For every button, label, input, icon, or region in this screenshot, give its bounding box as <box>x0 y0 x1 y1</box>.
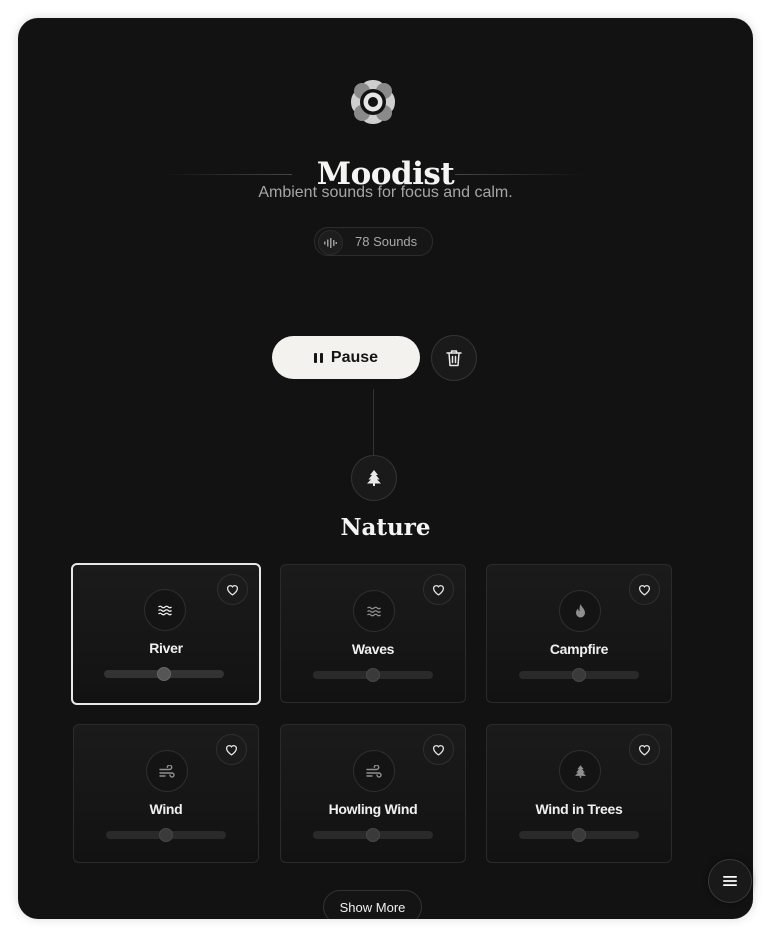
favorite-button[interactable] <box>423 574 454 605</box>
app-subtitle: Ambient sounds for focus and calm. <box>258 184 513 201</box>
app-window: Moodist Ambient sounds for focus and cal… <box>18 18 753 919</box>
sounds-count-label: 78 Sounds <box>355 234 418 249</box>
volume-slider-thumb[interactable] <box>572 668 586 682</box>
volume-slider[interactable] <box>313 828 433 842</box>
volume-slider[interactable] <box>313 668 433 682</box>
volume-slider[interactable] <box>519 828 639 842</box>
heart-icon <box>225 744 238 756</box>
favorite-button[interactable] <box>629 574 660 605</box>
pause-button[interactable]: Pause <box>272 336 420 379</box>
pause-button-label: Pause <box>330 348 379 366</box>
sound-card-river[interactable]: River <box>71 563 261 705</box>
category-tree-icon <box>351 455 397 501</box>
hamburger-menu-icon <box>723 876 737 886</box>
sound-card-wind-in-trees[interactable]: Wind in Trees <box>486 724 672 863</box>
category-title: Nature <box>340 514 431 541</box>
favorite-button[interactable] <box>629 734 660 765</box>
wind-icon <box>353 750 395 792</box>
heart-icon <box>226 584 239 596</box>
title-divider-right <box>455 174 585 175</box>
clear-sounds-button[interactable] <box>431 335 477 381</box>
show-more-button[interactable]: Show More <box>323 890 422 919</box>
sound-card-label: Campfire <box>549 641 609 657</box>
pause-icon <box>313 352 323 363</box>
wind-icon <box>146 750 188 792</box>
sound-card-howling-wind[interactable]: Howling Wind <box>280 724 466 863</box>
tree-icon <box>559 750 601 792</box>
moodist-logo-icon <box>351 80 395 124</box>
volume-slider-thumb[interactable] <box>572 828 586 842</box>
volume-slider-thumb[interactable] <box>159 828 173 842</box>
sounds-count-badge: 78 Sounds <box>314 227 433 256</box>
volume-slider[interactable] <box>106 828 226 842</box>
volume-slider-thumb[interactable] <box>157 667 171 681</box>
sound-card-campfire[interactable]: Campfire <box>486 564 672 703</box>
fire-icon <box>559 590 601 632</box>
volume-slider[interactable] <box>104 667 224 681</box>
sound-card-label: River <box>149 640 183 656</box>
menu-button[interactable] <box>708 859 752 903</box>
volume-slider-thumb[interactable] <box>366 828 380 842</box>
heart-icon <box>638 584 651 596</box>
category-connector-line <box>373 389 374 455</box>
sound-card-waves[interactable]: Waves <box>280 564 466 703</box>
favorite-button[interactable] <box>217 574 248 605</box>
waves-icon <box>144 589 186 631</box>
sound-card-label: Wind in Trees <box>535 801 623 817</box>
waves-icon <box>353 590 395 632</box>
sound-card-label: Wind <box>149 801 183 817</box>
heart-icon <box>432 584 445 596</box>
heart-icon <box>638 744 651 756</box>
favorite-button[interactable] <box>423 734 454 765</box>
heart-icon <box>432 744 445 756</box>
trash-icon <box>446 350 462 367</box>
sound-wave-icon <box>318 230 343 255</box>
sound-card-wind[interactable]: Wind <box>73 724 259 863</box>
sound-card-label: Howling Wind <box>328 801 418 817</box>
favorite-button[interactable] <box>216 734 247 765</box>
volume-slider-thumb[interactable] <box>366 668 380 682</box>
volume-slider[interactable] <box>519 668 639 682</box>
sound-card-label: Waves <box>351 641 395 657</box>
